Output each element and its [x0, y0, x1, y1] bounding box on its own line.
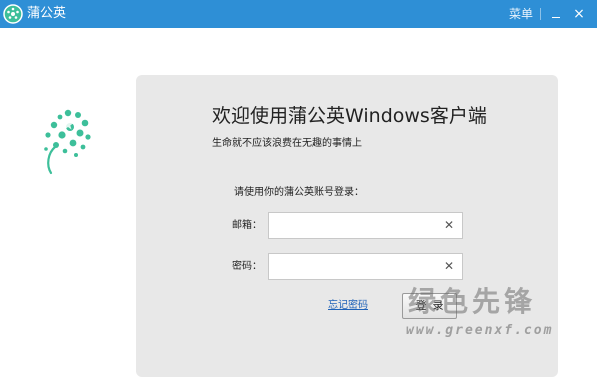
password-field[interactable]: ✕	[268, 253, 463, 280]
login-button[interactable]: 登录	[402, 293, 457, 319]
clear-email-icon[interactable]: ✕	[442, 217, 456, 234]
minimize-button[interactable]	[548, 5, 566, 23]
email-label: 邮箱：	[232, 220, 262, 231]
welcome-heading: 欢迎使用蒲公英Windows客户端	[212, 105, 487, 127]
forgot-password-link[interactable]: 忘记密码	[328, 299, 368, 313]
password-input[interactable]	[275, 258, 435, 275]
login-prompt: 请使用你的蒲公英账号登录：	[234, 187, 364, 198]
titlebar-divider	[540, 8, 541, 20]
slogan-text: 生命就不应该浪费在无趣的事情上	[212, 138, 362, 149]
menu-button[interactable]: 菜单	[509, 6, 533, 22]
password-label: 密码：	[232, 261, 262, 272]
email-input[interactable]	[275, 217, 435, 234]
title-bar: 蒲公英 菜单 ×	[0, 0, 597, 28]
close-button[interactable]: ×	[570, 5, 588, 23]
dandelion-logo-icon	[44, 109, 91, 175]
window-title: 蒲公英	[27, 6, 67, 21]
clear-password-icon[interactable]: ✕	[442, 258, 456, 275]
dandelion-app-icon	[3, 4, 23, 24]
email-field[interactable]: ✕	[268, 212, 463, 239]
